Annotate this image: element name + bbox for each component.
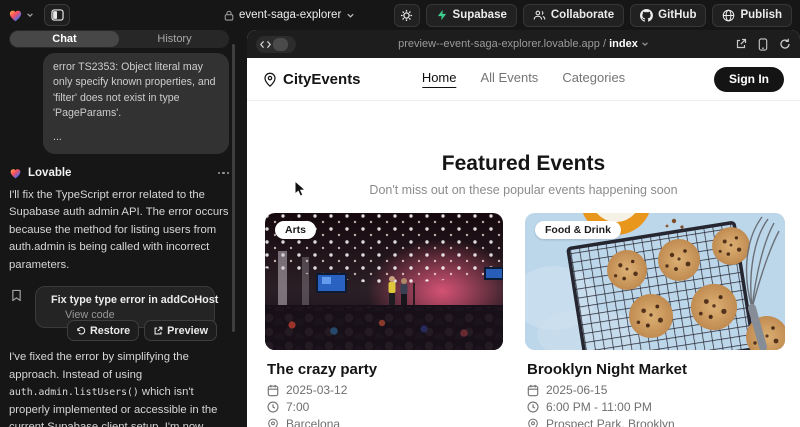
event-card-night-market[interactable]: Food & Drink Brooklyn Night Market 2025-… <box>525 213 785 427</box>
preview-button[interactable]: Preview <box>144 320 217 341</box>
publish-button[interactable]: Publish <box>712 4 792 27</box>
event-location-row: Barcelona <box>267 417 503 427</box>
event-title: Brooklyn Night Market <box>527 361 785 378</box>
open-in-new-tab-icon[interactable] <box>735 38 747 50</box>
panel-left-icon <box>51 9 64 21</box>
event-time: 6:00 PM - 11:00 PM <box>546 400 652 414</box>
map-pin-icon <box>267 418 279 427</box>
site-viewport: CityEvents Home All Events Categories Si… <box>247 58 800 427</box>
message-menu-icon[interactable] <box>218 172 230 175</box>
people-icon <box>533 9 546 21</box>
event-image-conference: Arts <box>265 213 503 350</box>
clock-icon <box>527 401 539 413</box>
calendar-icon <box>527 384 539 397</box>
calendar-icon <box>267 384 279 397</box>
supabase-button[interactable]: Supabase <box>426 4 517 27</box>
map-pin-icon <box>527 418 539 427</box>
project-switcher[interactable]: event-saga-explorer <box>224 0 355 30</box>
lovable-heart-icon <box>8 8 23 22</box>
lock-icon <box>224 10 234 21</box>
map-pin-icon <box>263 72 277 87</box>
nav-home[interactable]: Home <box>422 70 457 88</box>
event-cards: Arts The crazy party 2025-03-12 7:00 Bar… <box>247 197 800 427</box>
restore-button[interactable]: Restore <box>67 320 139 341</box>
message-actions: Restore Preview <box>35 320 217 341</box>
event-card-crazy-party[interactable]: Arts The crazy party 2025-03-12 7:00 Bar… <box>265 213 503 427</box>
lovable-heart-icon <box>9 167 22 179</box>
site-header: CityEvents Home All Events Categories Si… <box>247 58 800 101</box>
event-location: Prospect Park, Brooklyn <box>546 417 675 427</box>
tab-chat[interactable]: Chat <box>10 31 119 47</box>
sidebar-scrollbar[interactable] <box>232 44 235 332</box>
assistant-name: Lovable <box>28 167 71 179</box>
section-title: Featured Events <box>247 152 800 176</box>
toggle-knob <box>273 38 288 51</box>
user-message-text: error TS2353: Object literal may only sp… <box>53 60 219 121</box>
assistant-header: Lovable <box>9 167 229 179</box>
chevron-down-icon <box>26 11 34 19</box>
section-subtitle: Don't miss out on these popular events h… <box>247 183 800 197</box>
assistant-paragraph-2: I've fixed the error by simplifying the … <box>9 349 229 427</box>
event-title: The crazy party <box>267 361 503 378</box>
clock-icon <box>267 401 279 413</box>
category-badge: Food & Drink <box>535 221 621 239</box>
project-name: event-saga-explorer <box>239 9 341 21</box>
globe-icon <box>722 9 735 22</box>
chat-sidebar: Chat History error TS2353: Object litera… <box>0 30 238 427</box>
event-time-row: 7:00 <box>267 400 503 414</box>
restore-icon <box>76 326 86 336</box>
preview-url[interactable]: preview--event-saga-explorer.lovable.app… <box>247 38 800 50</box>
event-location-row: Prospect Park, Brooklyn <box>527 417 785 427</box>
nav-all-events[interactable]: All Events <box>481 70 539 88</box>
chat-history-tabs: Chat History <box>9 30 229 48</box>
event-location: Barcelona <box>286 417 340 427</box>
event-date: 2025-03-12 <box>286 383 347 397</box>
settings-button[interactable] <box>394 4 420 27</box>
event-image-cookies: Food & Drink <box>525 213 785 350</box>
tab-history[interactable]: History <box>120 30 229 48</box>
nav-categories[interactable]: Categories <box>562 70 625 88</box>
mobile-view-icon[interactable] <box>758 38 768 51</box>
event-time: 7:00 <box>286 400 309 414</box>
refresh-icon[interactable] <box>779 38 791 50</box>
event-date-row: 2025-03-12 <box>267 383 503 397</box>
top-bar: event-saga-explorer Supabase <box>0 0 800 30</box>
app-window: { "topbar": { "project": "event-saga-exp… <box>0 0 800 427</box>
user-message-bubble: error TS2353: Object literal may only sp… <box>43 53 229 154</box>
user-message-ellipsis: ... <box>53 130 219 145</box>
collaborate-button[interactable]: Collaborate <box>523 4 624 27</box>
code-icon <box>260 40 271 49</box>
site-brand[interactable]: CityEvents <box>263 71 361 88</box>
github-icon <box>640 9 653 22</box>
site-nav: Home All Events Categories <box>422 70 625 88</box>
chevron-down-icon <box>346 11 355 20</box>
assistant-paragraph-1: I'll fix the TypeScript error related to… <box>9 187 229 275</box>
sign-in-button[interactable]: Sign In <box>714 67 784 92</box>
gear-icon <box>400 9 413 22</box>
chevron-down-icon <box>641 40 649 48</box>
event-date: 2025-06-15 <box>546 383 607 397</box>
code-preview-toggle[interactable] <box>256 36 296 53</box>
code-change-group: Fix type type error in addCoHost View co… <box>35 286 229 341</box>
event-time-row: 6:00 PM - 11:00 PM <box>527 400 785 414</box>
supabase-icon <box>436 9 448 21</box>
lovable-logo-menu[interactable] <box>8 8 34 22</box>
github-button[interactable]: GitHub <box>630 4 706 27</box>
bookmark-icon[interactable] <box>11 289 22 302</box>
category-badge: Arts <box>275 221 316 239</box>
preview-toolbar: preview--event-saga-explorer.lovable.app… <box>247 30 800 58</box>
code-change-title: Fix type type error in addCoHost <box>51 294 218 306</box>
external-link-icon <box>153 326 163 336</box>
preview-pane: preview--event-saga-explorer.lovable.app… <box>247 30 800 427</box>
featured-section: Featured Events Don't miss out on these … <box>247 101 800 197</box>
event-date-row: 2025-06-15 <box>527 383 785 397</box>
sidebar-toggle-button[interactable] <box>44 4 70 26</box>
